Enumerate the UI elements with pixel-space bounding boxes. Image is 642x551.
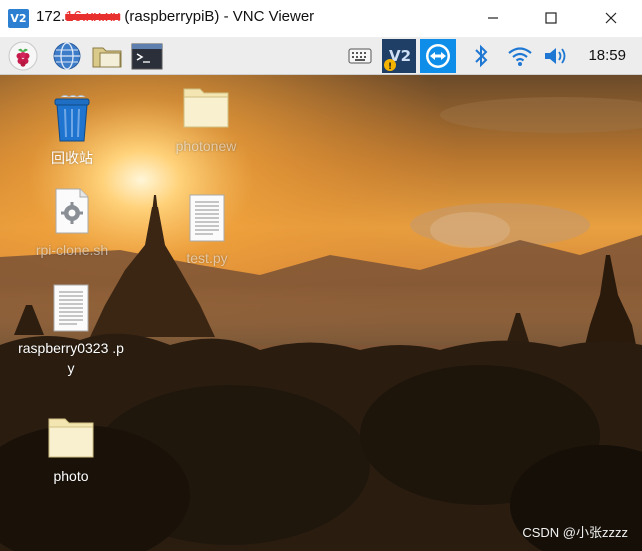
desktop-item-photonew[interactable]: photonew <box>160 85 252 156</box>
title-main: (raspberrypiB) - VNC Viewer <box>120 8 315 25</box>
close-icon <box>605 12 617 24</box>
desktop-item-label: 回收站 <box>51 150 93 166</box>
pi-taskbar: V2 ! 18:59 <box>0 37 642 75</box>
minimize-icon <box>488 17 498 19</box>
bluetooth-icon[interactable] <box>468 40 494 72</box>
desktop-item-rpi-clone[interactable]: rpi-clone.sh <box>22 187 122 260</box>
wifi-icon[interactable] <box>505 40 535 72</box>
script-file-icon <box>55 188 89 234</box>
desktop-item-label: raspberry0323 .p <box>18 340 124 356</box>
teamviewer-icon[interactable] <box>419 39 457 73</box>
svg-text:!: ! <box>388 62 392 72</box>
title-redacted: 16.xx.xx <box>65 8 121 25</box>
maximize-button[interactable] <box>528 4 574 32</box>
maximize-icon <box>545 12 557 24</box>
desktop-item-raspberry0323[interactable]: raspberry0323 .p y <box>8 283 134 378</box>
folder-icon <box>183 88 229 128</box>
web-browser-icon[interactable] <box>50 40 84 72</box>
keyboard-icon[interactable] <box>346 40 374 72</box>
desktop-item-trash[interactable]: 回收站 <box>32 93 112 168</box>
trash-icon <box>54 95 90 142</box>
desktop-item-label: test.py <box>186 250 228 266</box>
desktop-item-label: photonew <box>175 138 237 154</box>
minimize-button[interactable] <box>470 4 516 32</box>
close-button[interactable] <box>588 4 634 32</box>
desktop-item-label: rpi-clone.sh <box>35 242 109 258</box>
volume-icon[interactable] <box>542 40 572 72</box>
desktop[interactable]: 回收站 photonew rpi-clone.sh test.py raspbe… <box>0 75 642 551</box>
vnc-viewer-window: V2 172.16.xx.xx (raspberrypiB) - VNC Vie… <box>0 0 642 551</box>
clock[interactable]: 18:59 <box>588 47 626 64</box>
window-title: 172.16.xx.xx (raspberrypiB) - VNC Viewer <box>36 8 314 25</box>
vnc-server-icon[interactable]: V2 ! <box>381 39 417 73</box>
desktop-item-test-py[interactable]: test.py <box>164 193 250 268</box>
text-file-icon <box>189 194 225 242</box>
desktop-item-label-line2: y <box>67 360 75 376</box>
title-prefix: 172. <box>36 8 66 25</box>
title-bar[interactable]: V2 172.16.xx.xx (raspberrypiB) - VNC Vie… <box>0 0 642 37</box>
file-manager-icon[interactable] <box>90 40 124 72</box>
watermark: CSDN @小张zzzz <box>522 525 628 540</box>
terminal-icon[interactable] <box>130 40 164 72</box>
text-file-icon <box>53 284 89 332</box>
desktop-item-label: photo <box>53 468 89 484</box>
vnc-viewer-logo-icon: V2 <box>8 9 29 28</box>
desktop-item-photo[interactable]: photo <box>28 415 114 486</box>
folder-icon <box>48 418 94 458</box>
raspberry-menu-icon[interactable] <box>6 40 40 72</box>
